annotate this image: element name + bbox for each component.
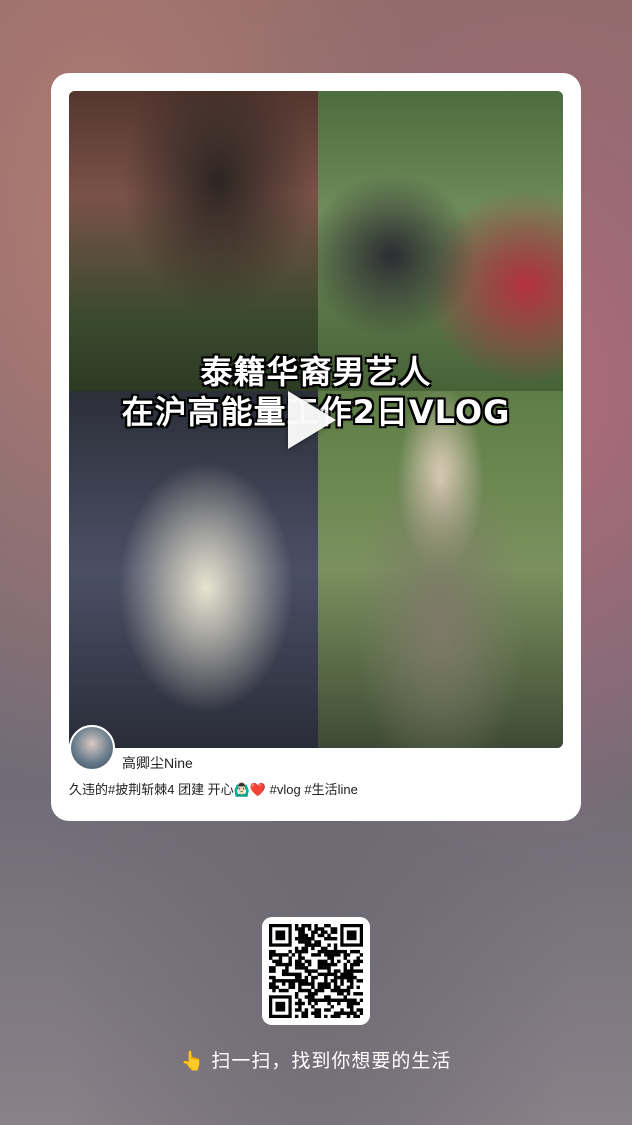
cover-photo-archery: [318, 91, 563, 391]
scan-tip: 👆 扫一扫，找到你想要的生活: [0, 1046, 632, 1073]
avatar[interactable]: [69, 725, 115, 771]
cover-photo-singing: [69, 391, 318, 748]
pointing-hand-icon: 👆: [180, 1050, 206, 1072]
post-description: 久违的#披荆斩棘4 团建 开心🙆🏻‍♂️❤️ #vlog #生活line: [69, 782, 358, 797]
cover-photo-night-scene: [69, 91, 318, 391]
author-row: 高卿尘Nine: [69, 725, 563, 773]
share-card: 泰籍华裔男艺人 在沪高能量工作2日VLOG 高卿尘Nine 久违的#披荆斩棘4 …: [51, 73, 581, 821]
video-cover[interactable]: 泰籍华裔男艺人 在沪高能量工作2日VLOG: [69, 91, 563, 748]
scan-tip-text: 扫一扫，找到你想要的生活: [211, 1050, 452, 1072]
play-icon[interactable]: [288, 391, 336, 449]
cover-photo-tactical-gear: [318, 391, 563, 748]
author-name[interactable]: 高卿尘Nine: [122, 753, 193, 773]
qr-code-icon: [269, 924, 363, 1018]
qr-code: [262, 917, 370, 1025]
